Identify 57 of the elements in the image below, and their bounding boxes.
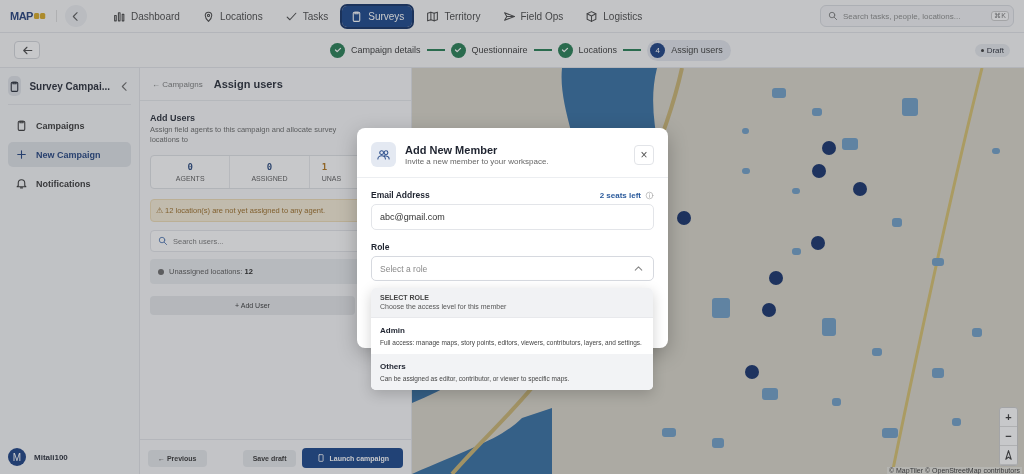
nav-tab[interactable]: Territory — [418, 5, 489, 27]
back-button[interactable] — [14, 41, 40, 59]
step-connector — [426, 49, 445, 51]
plus-icon — [15, 148, 28, 161]
breadcrumb-link[interactable]: ← Campaigns — [152, 79, 203, 89]
stat-value: 0 — [187, 161, 193, 172]
user-name: Mitali100 — [34, 452, 68, 462]
compass-icon — [1002, 448, 1015, 462]
send-icon — [502, 9, 516, 23]
rectangle-icon — [316, 453, 327, 463]
search-icon — [157, 234, 168, 246]
modal-title: Add New Member — [405, 143, 499, 156]
nav-tab[interactable]: Surveys — [342, 5, 413, 27]
step-label: Campaign details — [351, 45, 421, 55]
logo-mark-icon — [33, 12, 46, 20]
status-badge: Draft — [974, 43, 1010, 57]
stat-value: 1 — [321, 161, 328, 172]
bar-chart-icon — [112, 9, 126, 23]
seats-left-text: 2 seats left — [599, 190, 641, 200]
sidebar-item[interactable]: Notifications — [8, 171, 131, 196]
close-button[interactable]: × — [634, 144, 654, 165]
field-label: Role — [371, 242, 391, 252]
page-title: Assign users — [213, 78, 283, 90]
step-number: 4 — [650, 42, 666, 58]
stat-value: 0 — [266, 161, 273, 172]
sidebar-item[interactable]: New Campaign — [8, 142, 131, 167]
zoom-in-button[interactable]: + — [1000, 408, 1017, 427]
map-icon — [426, 9, 440, 23]
modal-subtitle: Invite a new member to your workspace. — [405, 156, 550, 166]
sidebar-item[interactable]: Campaigns — [8, 113, 131, 138]
avatar: M — [8, 448, 26, 466]
section-title: Add Users — [150, 113, 196, 123]
email-field[interactable]: abc@gmail.com — [371, 204, 654, 230]
step-connector — [533, 49, 552, 51]
field-label: Email Address — [371, 190, 431, 200]
cube-icon — [585, 9, 599, 23]
nav-tab[interactable]: Logistics — [577, 5, 651, 27]
role-select[interactable]: Select a role — [371, 256, 654, 281]
step-connector — [623, 49, 642, 51]
nav-tab[interactable]: Locations — [193, 5, 271, 27]
clipboard-icon — [15, 119, 28, 132]
users-icon — [376, 147, 391, 162]
nav-tab[interactable]: Dashboard — [104, 5, 188, 27]
step-label: Locations — [578, 45, 618, 55]
bell-icon — [15, 177, 28, 190]
step-label: Questionnaire — [471, 45, 528, 55]
info-icon — [645, 190, 654, 200]
status-dot-icon — [158, 268, 164, 275]
nav-tab[interactable]: Field Ops — [494, 5, 572, 27]
step-label: Assign users — [671, 45, 723, 55]
option-title: Admin — [380, 326, 406, 335]
option-title: Others — [380, 362, 407, 372]
logo-text: MAP — [10, 10, 33, 22]
nav-tab[interactable]: Tasks — [276, 5, 337, 27]
search-icon — [827, 9, 838, 21]
zoom-out-button[interactable]: − — [1000, 427, 1017, 446]
sidebar-title: Survey Campai... — [29, 80, 110, 92]
